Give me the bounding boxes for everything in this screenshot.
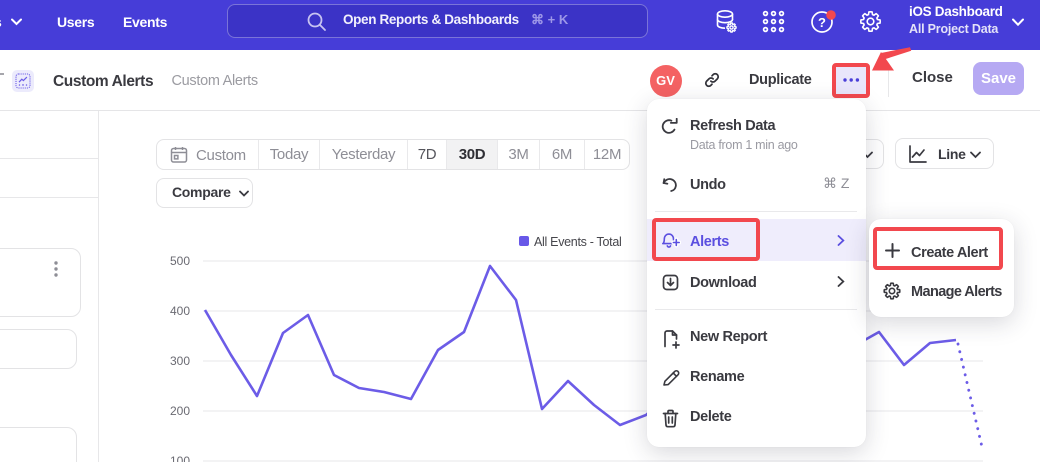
svg-text:All Events - Total: All Events - Total	[534, 235, 621, 249]
svg-text:100: 100	[170, 454, 190, 462]
svg-text:200: 200	[170, 404, 190, 418]
svg-text:?: ?	[818, 15, 826, 30]
svg-text:500: 500	[170, 254, 190, 268]
svg-text:400: 400	[170, 304, 190, 318]
svg-text:300: 300	[170, 354, 190, 368]
